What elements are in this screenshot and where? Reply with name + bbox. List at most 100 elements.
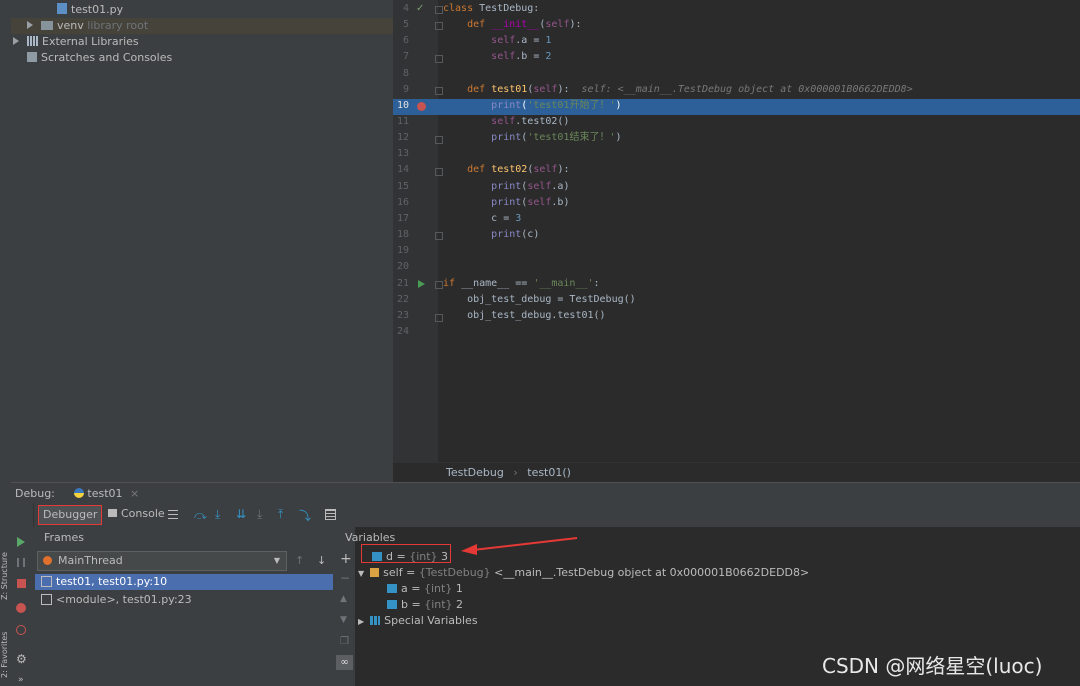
mute-breakpoints-icon[interactable] — [16, 625, 26, 635]
variable-a[interactable]: a = {int} 1 — [387, 581, 463, 597]
close-tab-icon[interactable]: × — [130, 487, 139, 500]
step-out-icon[interactable]: ⤒ — [278, 507, 283, 522]
variable-name: b — [401, 598, 408, 611]
side-tab-structure[interactable]: Z: Structure — [0, 530, 10, 600]
variable-type: {int} — [423, 582, 453, 595]
line-number: 16 — [396, 197, 409, 208]
external-libraries-label: External Libraries — [42, 35, 139, 48]
settings-gear-icon[interactable]: ⚙ — [16, 652, 27, 666]
breadcrumb-separator-icon: › — [513, 466, 518, 479]
more-icon[interactable]: » — [18, 675, 24, 685]
variable-value: 2 — [456, 598, 464, 611]
breadcrumb: TestDebug › test01() — [393, 462, 1080, 483]
line-number: 24 — [396, 326, 409, 337]
line-number: 12 — [396, 132, 409, 143]
library-icon — [27, 36, 38, 46]
variable-value: 1 — [455, 582, 463, 595]
override-marker-icon[interactable]: ✓ — [416, 3, 424, 14]
code-line: self.test02() — [491, 116, 570, 127]
line-number: 4 — [402, 3, 409, 14]
line-number: 8 — [402, 68, 409, 79]
move-down-icon[interactable]: ▼ — [340, 615, 347, 625]
expand-arrow-icon[interactable]: ▶ — [358, 617, 364, 626]
frame-label: <module>, test01.py:23 — [56, 593, 192, 606]
stop-icon[interactable] — [17, 579, 26, 588]
line-number: 11 — [396, 116, 409, 127]
code-line: def __init__(self): — [467, 19, 582, 30]
remove-watch-icon[interactable]: − — [340, 571, 350, 585]
code-line-current: print('test01开始了！') — [491, 100, 622, 111]
line-number: 5 — [402, 19, 409, 30]
project-panel: test01.py venv library root External Lib… — [11, 0, 393, 482]
code-line: print(self.a) — [491, 181, 570, 192]
thread-select[interactable]: MainThread ▼ — [37, 551, 287, 571]
variable-icon — [387, 600, 397, 609]
show-watches-icon[interactable]: ∞ — [336, 655, 353, 670]
code-line: print(self.b) — [491, 197, 570, 208]
frame-icon — [41, 594, 52, 605]
thread-status-icon — [43, 556, 52, 565]
tab-console[interactable]: Console — [104, 505, 169, 523]
annotation-highlight-box — [361, 544, 451, 563]
line-number: 13 — [396, 148, 409, 159]
copy-icon[interactable]: ❐ — [340, 636, 349, 647]
resume-icon[interactable] — [17, 537, 25, 547]
previous-frame-icon[interactable]: ↑ — [295, 554, 304, 567]
code-line: print(c) — [491, 229, 540, 240]
frame-icon — [41, 576, 52, 587]
frame-item[interactable]: <module>, test01.py:23 — [35, 592, 333, 608]
variable-value: <__main__.TestDebug object at 0x000001B0… — [494, 566, 810, 579]
run-to-cursor-icon[interactable]: ⤵ — [299, 507, 311, 524]
code-line: def test02(self): — [467, 164, 570, 175]
tree-item-venv[interactable]: venv library root — [11, 18, 393, 34]
line-numbers: 4 5 6 7 8 9 10 11 12 13 14 15 16 17 18 1… — [393, 1, 417, 341]
evaluate-expression-icon[interactable] — [325, 509, 336, 520]
variable-self[interactable]: ▼ self = {TestDebug} <__main__.TestDebug … — [358, 565, 809, 581]
variable-b[interactable]: b = {int} 2 — [387, 597, 463, 613]
frame-item[interactable]: test01, test01.py:10 — [35, 574, 333, 590]
expand-arrow-icon[interactable] — [27, 21, 33, 29]
show-execution-point-icon[interactable]: ⤼ — [194, 508, 207, 523]
frame-label: test01, test01.py:10 — [56, 575, 168, 588]
debug-tool-window-header: Debug: test01 × — [11, 482, 1080, 506]
breadcrumb-class[interactable]: TestDebug — [446, 466, 504, 479]
library-root-hint: library root — [87, 19, 149, 32]
special-variables[interactable]: ▶ Special Variables — [358, 613, 478, 629]
breakpoint-icon[interactable] — [417, 102, 426, 111]
code-line: c = 3 — [443, 213, 522, 224]
run-config-label: test01 — [87, 487, 123, 500]
side-tab-favorites[interactable]: 2: Favorites — [0, 608, 10, 678]
step-over-icon[interactable]: ⤓ — [215, 507, 220, 522]
code-line: self.a = 1 — [491, 35, 552, 46]
pause-icon[interactable] — [17, 558, 25, 567]
line-number-current: 10 — [396, 100, 409, 111]
code-line: print('test01结束了！') — [491, 132, 622, 143]
view-breakpoints-icon[interactable] — [16, 603, 26, 613]
line-number: 17 — [396, 213, 409, 224]
tree-item-external-libraries[interactable]: External Libraries — [11, 34, 139, 50]
next-frame-icon[interactable]: ↓ — [317, 554, 326, 567]
variable-type: {int} — [424, 598, 453, 611]
tab-debugger[interactable]: Debugger — [38, 505, 103, 525]
move-up-icon[interactable]: ▲ — [340, 594, 347, 604]
line-number: 14 — [396, 164, 409, 175]
folder-icon — [41, 21, 53, 30]
run-gutter-icon[interactable] — [418, 280, 425, 288]
special-variables-icon — [370, 616, 381, 625]
step-into-icon[interactable]: ⇊ — [236, 507, 246, 521]
variables-title: Variables — [345, 531, 396, 544]
add-watch-icon[interactable]: + — [340, 551, 352, 567]
breadcrumb-method[interactable]: test01() — [527, 466, 571, 479]
watermark: CSDN @网络星空(luoc) — [822, 654, 1043, 678]
variables-controls: + − ▲ ▼ ❐ ∞ — [335, 527, 355, 686]
line-number: 6 — [402, 35, 409, 46]
code-line: def test01(self): self: <__main__.TestDe… — [467, 84, 913, 95]
tree-item-scratches[interactable]: Scratches and Consoles — [27, 50, 172, 66]
line-number: 9 — [402, 84, 409, 95]
expand-arrow-icon[interactable] — [13, 37, 19, 45]
collapse-arrow-icon[interactable]: ▼ — [358, 569, 364, 578]
chevron-down-icon: ▼ — [273, 556, 280, 565]
step-into-my-code-icon[interactable]: ⤓ — [257, 507, 262, 522]
menu-icon[interactable] — [168, 510, 178, 519]
tree-item-test01-py[interactable]: test01.py — [57, 2, 123, 18]
